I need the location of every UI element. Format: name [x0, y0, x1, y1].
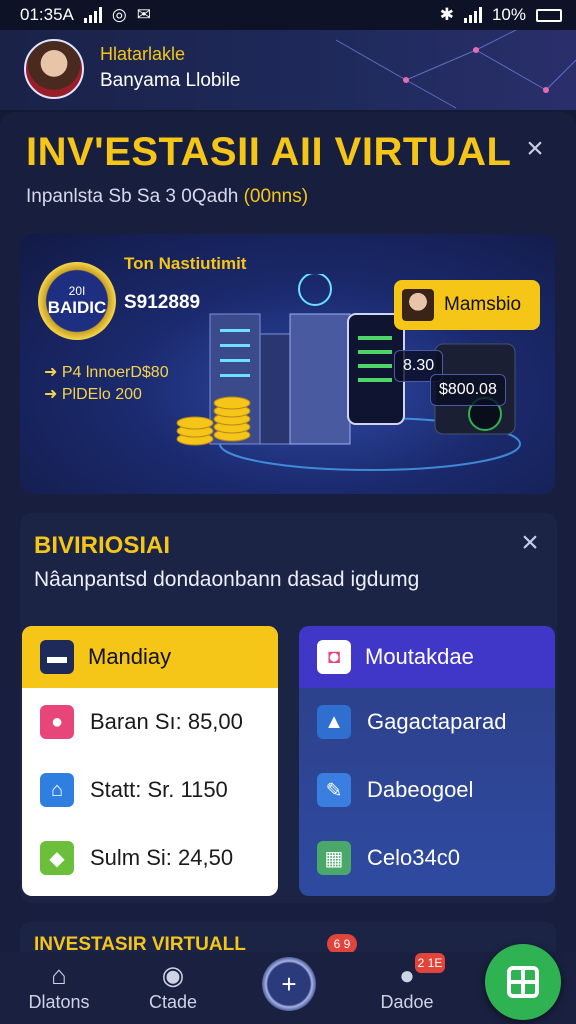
nav-item-trade[interactable]: ◉ Ctade [118, 952, 228, 1024]
profile-header: Hlatarlakle Banyama Llobile [0, 30, 576, 110]
close-button[interactable]: × [520, 134, 550, 164]
message-icon: ✉ [136, 5, 151, 24]
banner-line-2-text: PlDElo 200 [61, 386, 142, 403]
signal-icon [83, 7, 102, 23]
plan-left-row[interactable]: ◆ Sulm Si: 24,50 [22, 824, 278, 892]
plan-left-header: ▬ Mandiay [22, 626, 278, 688]
pen-icon: ✎ [317, 773, 351, 807]
section-close-button[interactable]: × [515, 528, 545, 558]
profile-subtitle: Banyama Llobile [100, 70, 241, 91]
section-description: Nâanpantsd dondaonbann dasad igdumg [34, 568, 420, 591]
badge-top: 20I [68, 284, 86, 298]
home-icon: ⌂ [51, 960, 67, 990]
shopping-bag-icon: ◘ [317, 640, 351, 674]
search-icon: ◉ [161, 960, 185, 990]
badge-main: BAIDIC [47, 298, 107, 317]
subtitle-text: Inpanlsta Sb Sa 3 0Qadh [26, 186, 239, 207]
map-icon: ◆ [40, 841, 74, 875]
plan-left-row-text: Baran Sı: 85,00 [90, 709, 243, 734]
chat-icon: ● [399, 960, 415, 990]
profile-name: Hlatarlakle [100, 44, 186, 64]
banner-badge: 20I BAIDIC [38, 262, 116, 340]
page-subtitle: Inpanlsta Sb Sa 3 0Qadh (00nns) [26, 186, 308, 208]
page-title: INV'ESTASII AII VIRTUAL [26, 130, 512, 174]
status-right: ✱ 10% [440, 5, 562, 25]
banner-line-1: ➜ P4 lnnoerD$80 [44, 364, 169, 381]
banner-chip[interactable]: Mamsbio [394, 280, 540, 330]
banner-line-2: ➜ PlDElo 200 [44, 386, 142, 403]
plan-left-row-text: Sulm Si: 24,50 [90, 845, 234, 870]
lock-icon: ⌂ [40, 773, 74, 807]
status-left: 01:35A ◎ ✉ [20, 5, 151, 25]
plan-right-row[interactable]: ✎ Dabeogoel [299, 756, 555, 824]
nav-label-trade: Ctade [148, 992, 198, 1012]
nav-item-home[interactable]: ⌂ Dlatons [4, 952, 114, 1024]
nav-item-chat[interactable]: ● Dadoe [352, 952, 462, 1024]
battery-icon [536, 8, 562, 22]
nav-label-chat: Dadoe [380, 992, 434, 1012]
plan-left-row[interactable]: ⌂ Statt: Sr. 1150 [22, 756, 278, 824]
plan-right-row[interactable]: ▦ Celo34c0 [299, 824, 555, 892]
subtitle-highlight: (00nns) [243, 186, 309, 207]
chart-icon: ▲ [317, 705, 351, 739]
nav-badge: 2 1E [415, 953, 445, 973]
chip-label: Mamsbio [444, 294, 522, 315]
teaser-badge: 6 9 [327, 934, 357, 954]
status-bar: 01:35A ◎ ✉ ✱ 10% [0, 0, 576, 30]
clock: 01:35A [20, 5, 74, 24]
bluetooth-icon: ✱ [439, 5, 454, 24]
banner-heading: Ton Nastiutimit [124, 254, 247, 273]
chip-avatar [402, 289, 434, 321]
nav-center-button[interactable]: + [262, 957, 316, 1011]
plus-icon: + [281, 968, 297, 999]
plan-right-title: Moutakdae [365, 644, 474, 669]
plan-right-row[interactable]: ▲ Gagactaparad [299, 688, 555, 756]
avatar[interactable] [24, 39, 84, 99]
banner-amount: S912889 [124, 292, 201, 313]
nav-label-home: Dlatons [28, 992, 90, 1012]
plan-left-title: Mandiay [88, 644, 172, 669]
plan-left-row-text: Statt: Sr. 1150 [90, 777, 228, 802]
calendar-icon: ▦ [317, 841, 351, 875]
gift-icon [507, 966, 539, 998]
banner-line-1-text: P4 lnnoerD$80 [61, 364, 169, 381]
cell-signal-icon [463, 7, 482, 23]
plan-right-header: ◘ Moutakdae [299, 626, 555, 688]
plan-right-row-text: Celo34c0 [367, 845, 460, 870]
tag-icon: ● [40, 705, 74, 739]
coin-stack-icon [176, 396, 251, 446]
promo-banner[interactable]: 20I BAIDIC Ton Nastiutimit S912889 ➜ P4 … [20, 234, 555, 494]
gift-fab-button[interactable] [485, 944, 561, 1020]
plan-card-left[interactable]: ▬ Mandiay ● Baran Sı: 85,00 ⌂ Statt: Sr.… [22, 626, 278, 896]
bus-icon: ▬ [40, 640, 74, 674]
plan-right-row-text: Dabeogoel [367, 777, 474, 802]
network-pattern-icon [335, 30, 576, 109]
price-tag-2: $800.08 [430, 374, 506, 406]
plan-right-row-text: Gagactaparad [367, 709, 507, 734]
plan-card-right[interactable]: ◘ Moutakdae ▲ Gagactaparad ✎ Dabeogoel ▦… [299, 626, 555, 896]
plan-left-row[interactable]: ● Baran Sı: 85,00 [22, 688, 278, 756]
app-notification-icon: ◎ [111, 5, 127, 24]
battery-percent: 10% [491, 5, 526, 24]
section-title: BIVIRIOSIAI [34, 532, 171, 559]
